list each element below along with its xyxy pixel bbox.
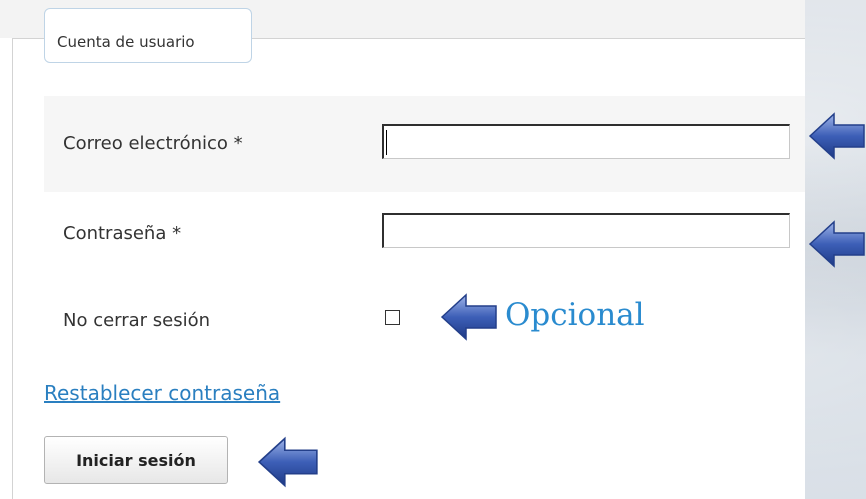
- text-caret: [386, 130, 387, 155]
- remember-me-label: No cerrar sesión: [63, 310, 211, 331]
- reset-password-link[interactable]: Restablecer contraseña: [44, 381, 280, 405]
- fieldset-border-left: [12, 38, 13, 499]
- login-panel: Cuenta de usuario Correo electrónico * C…: [0, 0, 805, 499]
- legend-text: Cuenta de usuario: [57, 33, 195, 51]
- checkbox-arrow-icon: [440, 292, 498, 342]
- password-label: Contraseña *: [63, 223, 182, 244]
- password-field[interactable]: [382, 213, 790, 248]
- login-button[interactable]: Iniciar sesión: [44, 436, 228, 484]
- optional-annotation: Opcional: [505, 297, 645, 333]
- password-arrow-icon: [808, 220, 866, 268]
- email-arrow-icon: [808, 112, 866, 160]
- remember-me-checkbox[interactable]: [385, 310, 400, 325]
- email-field[interactable]: [382, 124, 790, 159]
- email-label: Correo electrónico *: [63, 133, 243, 154]
- login-button-arrow-icon: [257, 436, 319, 488]
- fieldset-legend: Cuenta de usuario: [44, 8, 252, 63]
